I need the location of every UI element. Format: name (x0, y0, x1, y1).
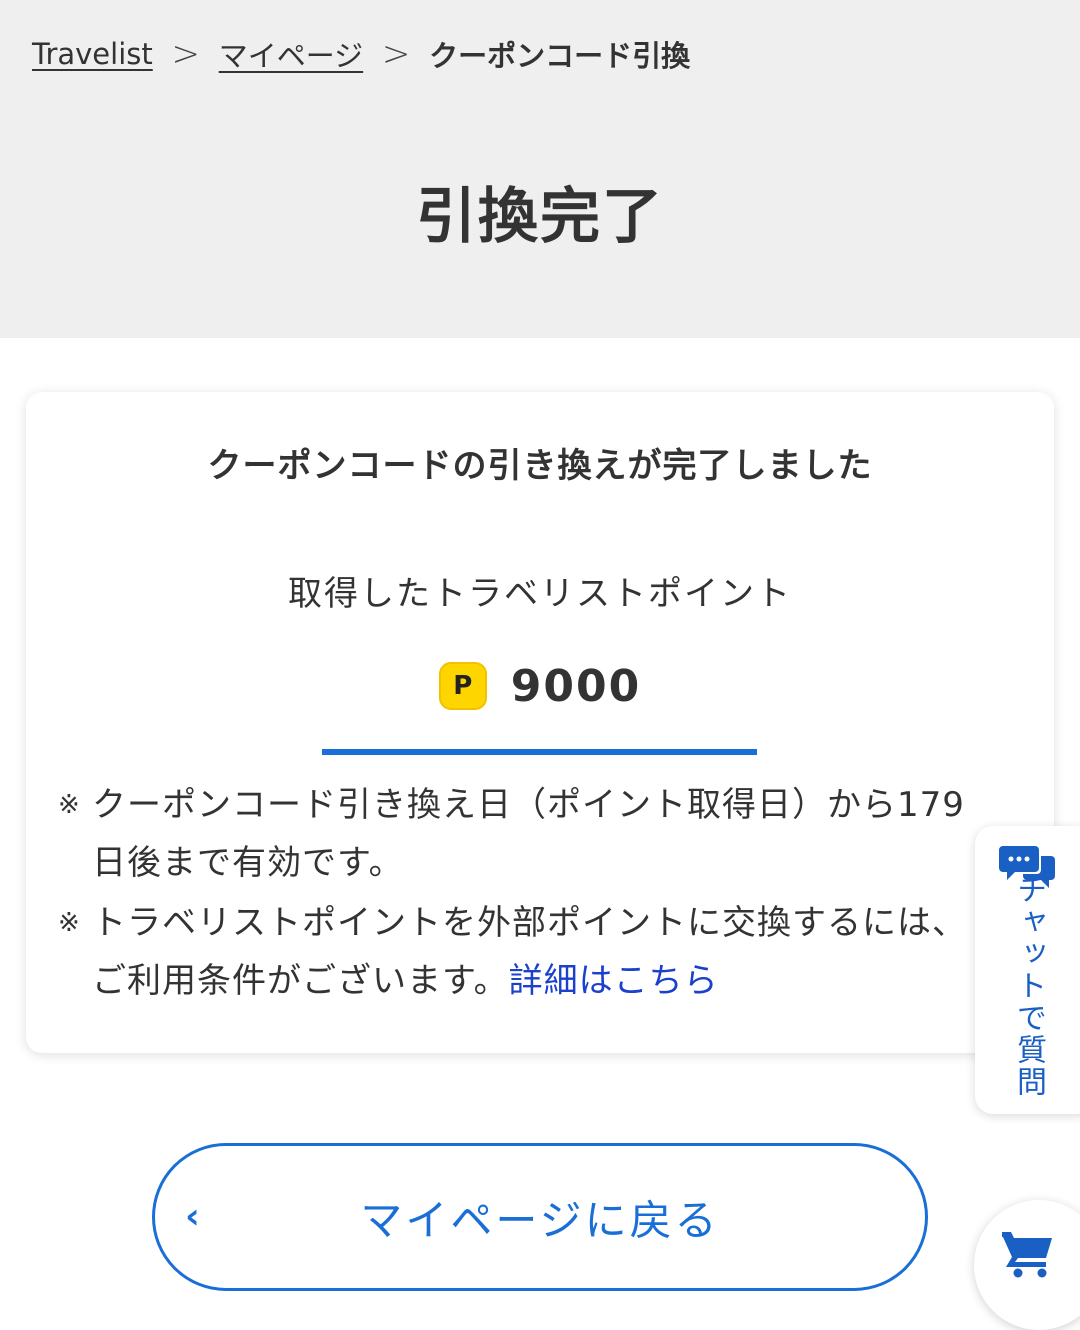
breadcrumb-separator: > (171, 34, 201, 74)
point-badge-icon: P (438, 662, 487, 710)
chevron-left-icon: ‹ (185, 1196, 200, 1237)
note-body: トラベリストポイントを外部ポイントに交換するには、ご利用条件がございます。詳細は… (58, 894, 978, 1010)
divider (322, 749, 757, 755)
breadcrumb-separator: > (381, 34, 411, 74)
note-mark: ※ (58, 790, 81, 820)
note-exchange-conditions: ※ トラベリストポイントを外部ポイントに交換するには、ご利用条件がございます。詳… (58, 894, 978, 1010)
note-validity: ※ クーポンコード引き換え日（ポイント取得日）から179日後まで有効です。 (58, 776, 978, 892)
chat-tab-label: チャットで質問 (1011, 874, 1046, 1098)
points-row: P 9000 (0, 656, 1080, 716)
page-header: Travelist > マイページ > クーポンコード引換 引換完了 (0, 0, 1080, 338)
note-text: クーポンコード引き換え日（ポイント取得日）から179日後まで有効です。 (92, 785, 965, 883)
back-button-label: マイページに戻る (360, 1195, 720, 1245)
points-label: 取得したトラベリストポイント (288, 574, 792, 614)
details-link[interactable]: 詳細はこちら (509, 961, 719, 1001)
points-value: 9000 (510, 660, 642, 712)
breadcrumb-current: クーポンコード引換 (429, 39, 691, 73)
note-mark: ※ (58, 908, 81, 938)
breadcrumb-link-mypage[interactable]: マイページ (219, 33, 363, 75)
completion-message: クーポンコードの引き換えが完了しました (207, 446, 873, 486)
back-to-mypage-button[interactable]: ‹ マイページに戻る (152, 1143, 928, 1291)
breadcrumb-link-travelist[interactable]: Travelist (32, 37, 153, 71)
cart-button[interactable] (974, 1200, 1080, 1330)
cart-icon (1002, 1232, 1052, 1278)
page-title: 引換完了 (416, 182, 664, 252)
chat-question-tab[interactable]: チャットで質問 (975, 826, 1080, 1114)
breadcrumb: Travelist > マイページ > クーポンコード引換 (32, 30, 690, 78)
